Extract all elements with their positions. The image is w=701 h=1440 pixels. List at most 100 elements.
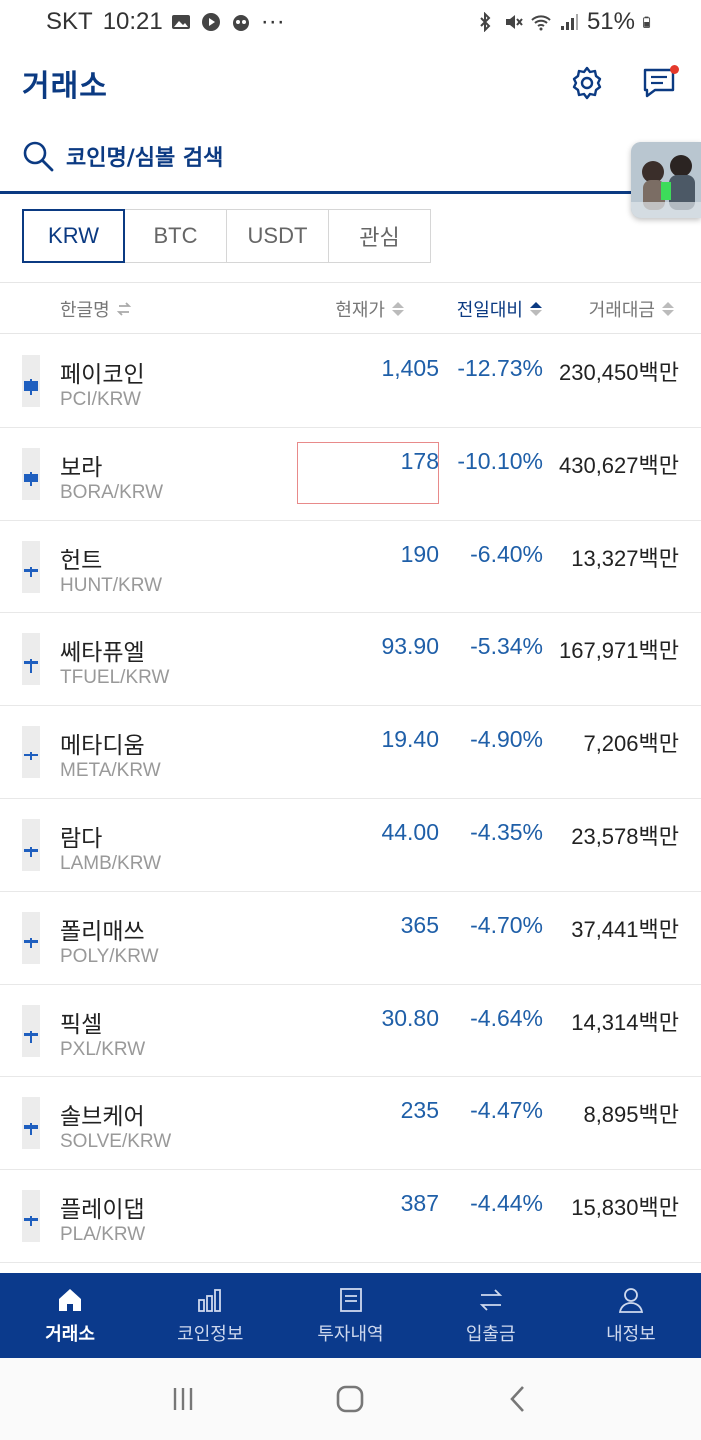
- coin-name: 솔브케어: [60, 1104, 145, 1131]
- chart-icon: [198, 1288, 222, 1312]
- play-chat-icon: [201, 13, 220, 31]
- coin-row[interactable]: 픽셀 PXL/KRW 30.80 -4.64% 14,314백만: [0, 985, 701, 1078]
- nav-label: 거래소: [45, 1323, 95, 1345]
- coin-name: 플레이댑: [60, 1197, 145, 1224]
- tab-favorites[interactable]: 관심: [328, 209, 431, 263]
- sort-by-price[interactable]: 현재가: [335, 283, 405, 335]
- search-icon: [23, 141, 54, 172]
- coin-volume: 167,971백만: [558, 638, 679, 665]
- coin-price: 365: [400, 911, 439, 938]
- nav-coin-info[interactable]: 코인정보: [140, 1273, 280, 1358]
- tab-btc[interactable]: BTC: [124, 209, 227, 263]
- sort-active-icon: [530, 302, 542, 316]
- coin-price: 93.90: [381, 633, 439, 660]
- document-icon: [339, 1287, 362, 1312]
- mini-candle-icon: [22, 1004, 40, 1057]
- more-notifications: ···: [260, 8, 285, 35]
- search-input[interactable]: [66, 140, 606, 176]
- coin-row[interactable]: 메타디움 META/KRW 19.40 -4.90% 7,206백만: [0, 706, 701, 799]
- coin-price: 1,405: [381, 355, 439, 381]
- system-navigation-bar: [0, 1358, 701, 1440]
- coin-change: -4.35%: [470, 818, 543, 845]
- column-header: 한글명 현재가 전일대비 거래대금: [0, 282, 701, 334]
- mini-candle-icon: [22, 818, 40, 871]
- coin-price: 178: [400, 447, 439, 474]
- nav-label: 내정보: [606, 1323, 656, 1345]
- coin-symbol: SOLVE/KRW: [60, 1131, 172, 1153]
- coin-name: 픽셀: [60, 1011, 103, 1038]
- coin-price: 387: [400, 1190, 439, 1217]
- sort-arrows-icon: [392, 302, 404, 316]
- coin-change: -5.34%: [470, 633, 543, 660]
- sort-by-name[interactable]: 한글명: [60, 283, 132, 335]
- coin-change: -4.70%: [470, 911, 543, 938]
- coin-change: -4.90%: [470, 726, 543, 753]
- coin-list: 페이코인 PCI/KRW 1,405 -12.73% 230,450백만 보라 …: [0, 335, 701, 1263]
- sort-by-change[interactable]: 전일대비: [457, 283, 543, 335]
- mini-candle-icon: [22, 1190, 40, 1243]
- coin-volume: 13,327백만: [571, 545, 679, 572]
- coin-name: 메타디움: [60, 733, 145, 760]
- back-icon[interactable]: [503, 1384, 533, 1414]
- coin-row[interactable]: 헌트 HUNT/KRW 190 -6.40% 13,327백만: [0, 521, 701, 614]
- mini-candle-icon: [22, 447, 40, 500]
- settings-button[interactable]: [567, 63, 607, 103]
- tab-krw[interactable]: KRW: [22, 209, 125, 263]
- sort-by-volume[interactable]: 거래대금: [589, 283, 675, 335]
- home-icon: [59, 1288, 82, 1311]
- coin-symbol: PLA/KRW: [60, 1224, 146, 1246]
- coin-name: 람다: [60, 825, 103, 852]
- app-header: 거래소: [0, 58, 701, 108]
- user-icon: [618, 1287, 643, 1313]
- tab-usdt[interactable]: USDT: [226, 209, 329, 263]
- floating-video-thumbnail[interactable]: [631, 142, 701, 218]
- transfer-icon: [479, 1288, 502, 1311]
- sort-arrows-icon: [662, 302, 674, 316]
- nav-deposit-withdraw[interactable]: 입출금: [421, 1273, 561, 1358]
- coin-name: 쎄타퓨엘: [60, 640, 145, 667]
- coin-row[interactable]: 폴리매쓰 POLY/KRW 365 -4.70% 37,441백만: [0, 892, 701, 985]
- coin-volume: 430,627백만: [558, 452, 679, 479]
- coin-name: 페이코인: [60, 362, 145, 388]
- coin-row[interactable]: 플레이댑 PLA/KRW 387 -4.44% 15,830백만: [0, 1170, 701, 1263]
- coin-row[interactable]: 쎄타퓨엘 TFUEL/KRW 93.90 -5.34% 167,971백만: [0, 613, 701, 707]
- coin-change: -10.10%: [457, 447, 543, 474]
- search-bar: [0, 130, 701, 218]
- battery-icon: [643, 16, 651, 28]
- coin-row[interactable]: 페이코인 PCI/KRW 1,405 -12.73% 230,450백만: [0, 335, 701, 428]
- carrier-label: SKT: [46, 8, 93, 35]
- notice-button[interactable]: [639, 63, 679, 103]
- coin-symbol: LAMB/KRW: [60, 852, 162, 874]
- column-name-label: 한글명: [60, 300, 110, 321]
- coin-change: -12.73%: [457, 355, 543, 381]
- coin-volume: 37,441백만: [571, 916, 679, 943]
- wifi-icon: [531, 15, 551, 31]
- signal-icon: [560, 14, 578, 30]
- nav-exchange[interactable]: 거래소: [0, 1273, 140, 1358]
- clock: 10:21: [102, 8, 163, 35]
- gallery-icon: [171, 15, 190, 29]
- gear-icon: [572, 66, 602, 100]
- coin-row[interactable]: 보라 BORA/KRW 178 -10.10% 430,627백만: [0, 428, 701, 521]
- coin-symbol: HUNT/KRW: [60, 574, 163, 596]
- mini-candle-icon: [22, 540, 40, 593]
- bug-icon: [232, 15, 249, 31]
- coin-price: 44.00: [381, 818, 439, 845]
- mute-icon: [505, 15, 523, 29]
- swap-sort-icon: [116, 302, 131, 316]
- mini-candle-icon: [22, 355, 40, 407]
- coin-price: 190: [400, 540, 439, 567]
- nav-investment-history[interactable]: 투자내역: [280, 1273, 420, 1358]
- coin-price: 19.40: [381, 726, 439, 753]
- coin-symbol: PCI/KRW: [60, 389, 141, 410]
- coin-row[interactable]: 람다 LAMB/KRW 44.00 -4.35% 23,578백만: [0, 799, 701, 892]
- recent-apps-icon[interactable]: [168, 1384, 198, 1414]
- coin-symbol: META/KRW: [60, 760, 161, 782]
- coin-volume: 23,578백만: [571, 823, 679, 850]
- coin-row[interactable]: 솔브케어 SOLVE/KRW 235 -4.47% 8,895백만: [0, 1077, 701, 1171]
- coin-volume: 230,450백만: [558, 360, 679, 386]
- bluetooth-icon: [480, 12, 491, 32]
- coin-symbol: BORA/KRW: [60, 481, 164, 503]
- nav-my-info[interactable]: 내정보: [561, 1273, 701, 1358]
- home-button-icon[interactable]: [334, 1383, 366, 1415]
